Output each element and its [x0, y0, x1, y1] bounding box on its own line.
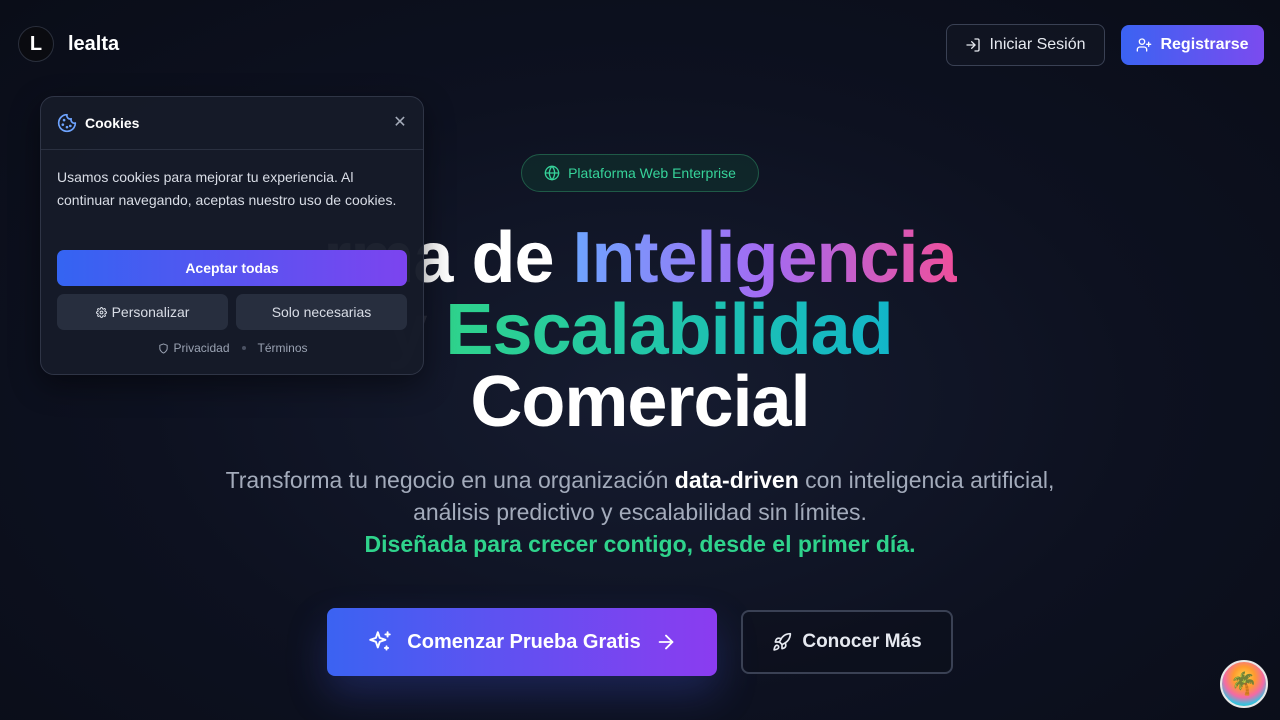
- sparkles-icon: [367, 629, 393, 655]
- floating-assistant-avatar[interactable]: 🌴: [1220, 660, 1268, 708]
- gear-icon: [95, 306, 107, 318]
- register-label: Registrarse: [1160, 36, 1249, 53]
- close-icon[interactable]: ✕: [391, 114, 409, 132]
- hero-tagline: Diseñada para crecer contigo, desde el p…: [364, 531, 916, 557]
- customize-cookies-button[interactable]: Personalizar: [57, 294, 228, 330]
- register-button[interactable]: Registrarse: [1121, 25, 1264, 65]
- privacy-link[interactable]: Privacidad: [158, 341, 230, 355]
- cookie-icon: [57, 113, 77, 133]
- learn-more-label: Conocer Más: [802, 631, 922, 652]
- accept-all-cookies-button[interactable]: Aceptar todas: [57, 250, 407, 286]
- login-button[interactable]: Iniciar Sesión: [946, 24, 1105, 66]
- globe-icon: [544, 165, 560, 181]
- customize-label: Personalizar: [111, 304, 190, 320]
- start-trial-label: Comenzar Prueba Gratis: [407, 630, 641, 653]
- cookie-panel-title: Cookies: [85, 115, 140, 131]
- cookie-consent-panel: Cookies ✕ Usamos cookies para mejorar tu…: [40, 96, 424, 375]
- hero-subtitle: Transforma tu negocio en una organizació…: [190, 464, 1090, 560]
- shield-icon: [158, 342, 169, 354]
- logo-icon[interactable]: L: [18, 26, 54, 62]
- hero-title-line-3: Comercial: [470, 362, 810, 442]
- arrow-right-icon: [655, 631, 677, 653]
- cookie-panel-header: Cookies ✕: [41, 97, 423, 150]
- login-icon: [965, 37, 981, 53]
- cookie-links: Privacidad Términos: [41, 341, 425, 355]
- learn-more-button[interactable]: Conocer Más: [741, 610, 953, 674]
- user-plus-icon: [1136, 37, 1152, 53]
- terms-link[interactable]: Términos: [258, 341, 308, 355]
- cookie-message: Usamos cookies para mejorar tu experienc…: [57, 169, 397, 208]
- palm-tree-icon: 🌴: [1230, 671, 1258, 696]
- login-label: Iniciar Sesión: [989, 36, 1086, 53]
- platform-badge: Plataforma Web Enterprise: [521, 154, 759, 192]
- badge-label: Plataforma Web Enterprise: [568, 165, 736, 181]
- brand-name[interactable]: lealta: [68, 33, 119, 56]
- link-separator: [241, 346, 246, 350]
- rocket-icon: [772, 632, 792, 652]
- only-necessary-button[interactable]: Solo necesarias: [236, 294, 407, 330]
- start-trial-button[interactable]: Comenzar Prueba Gratis: [327, 608, 717, 676]
- top-nav: L lealta Iniciar Sesión Registrarse: [0, 0, 1280, 90]
